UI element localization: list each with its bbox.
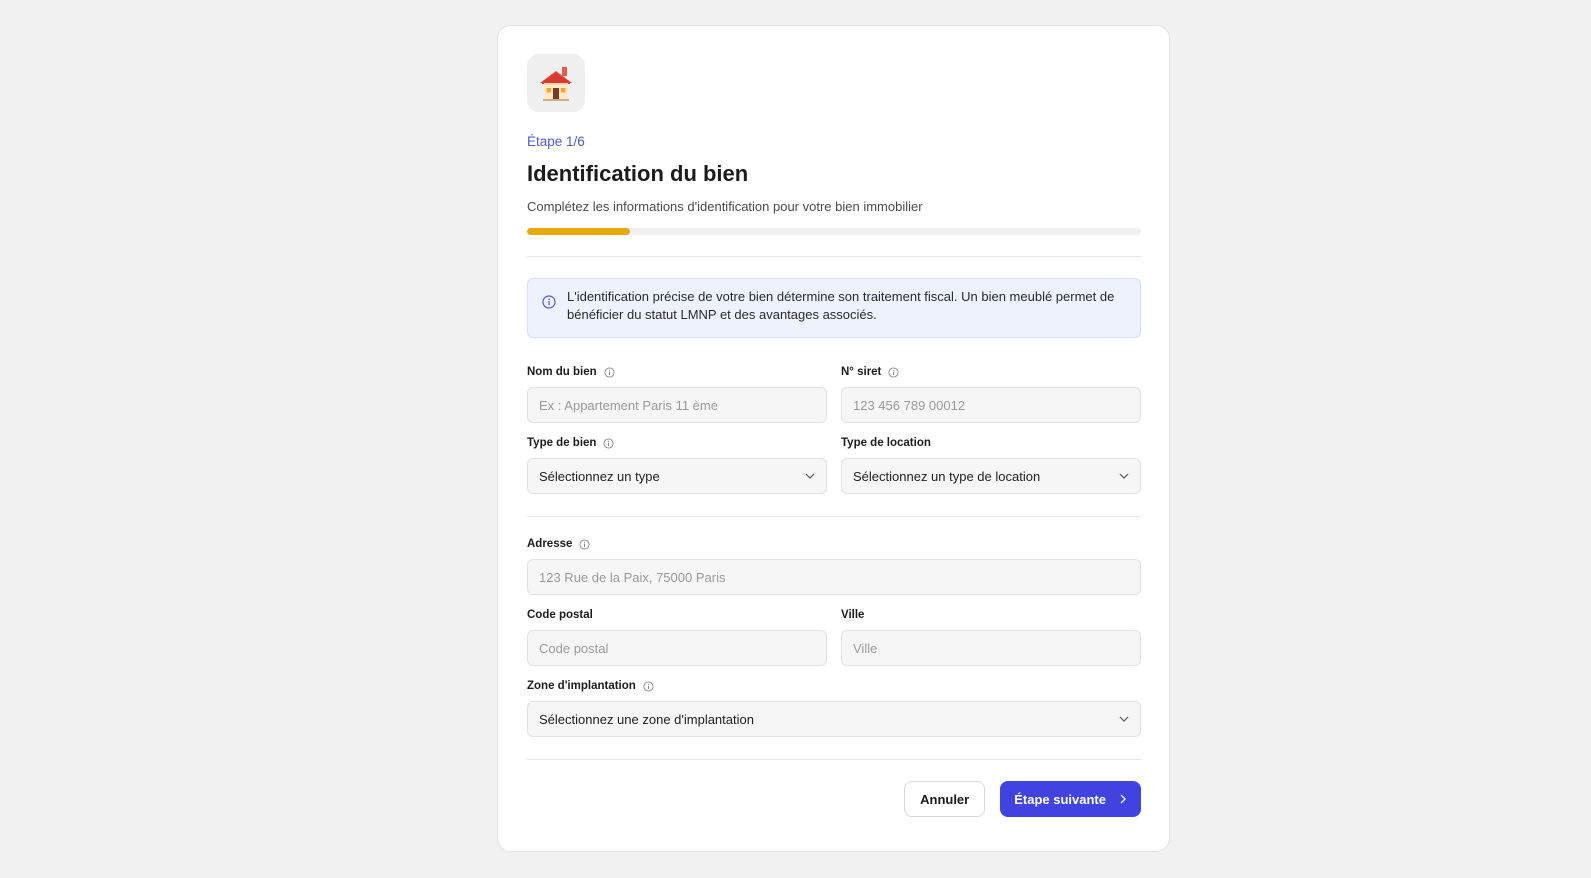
next-step-label: Étape suivante <box>1014 791 1106 807</box>
type-bien-value: Sélectionnez un type <box>539 468 660 484</box>
siret-input[interactable] <box>841 387 1141 423</box>
label-type-location: Type de location <box>841 437 931 449</box>
type-location-select[interactable]: Sélectionnez un type de location <box>841 458 1141 494</box>
help-icon[interactable] <box>603 437 615 449</box>
ville-input[interactable] <box>841 630 1141 666</box>
divider <box>527 516 1141 517</box>
zone-select[interactable]: Sélectionnez une zone d'implantation <box>527 701 1141 737</box>
cancel-button[interactable]: Annuler <box>904 781 986 817</box>
field-adresse: Adresse <box>527 537 1141 595</box>
form-actions: Annuler Étape suivante <box>527 781 1141 817</box>
code-postal-input[interactable] <box>527 630 827 666</box>
progress-bar <box>527 228 1141 235</box>
label-adresse: Adresse <box>527 538 573 550</box>
field-type-bien: Type de bien Sélectionnez un type <box>527 436 827 494</box>
type-bien-select[interactable]: Sélectionnez un type <box>527 458 827 494</box>
form-card: Étape 1/6 Identification du bien Complét… <box>497 25 1170 852</box>
field-nom-bien: Nom du bien <box>527 365 827 423</box>
field-type-location: Type de location Sélectionnez un type de… <box>841 436 1141 494</box>
field-code-postal: Code postal <box>527 608 827 666</box>
label-code-postal: Code postal <box>527 609 593 621</box>
help-icon[interactable] <box>579 538 590 550</box>
field-siret: N° siret <box>841 365 1141 423</box>
adresse-input[interactable] <box>527 559 1141 595</box>
info-banner: L'identification précise de votre bien d… <box>527 278 1141 338</box>
divider <box>527 256 1141 257</box>
chevron-down-icon <box>805 473 815 479</box>
logo-tile <box>527 54 585 112</box>
field-ville: Ville <box>841 608 1141 666</box>
step-indicator: Étape 1/6 <box>527 134 585 149</box>
zone-value: Sélectionnez une zone d'implantation <box>539 711 754 727</box>
divider <box>527 759 1141 760</box>
help-icon[interactable] <box>888 366 899 378</box>
page-subtitle: Complétez les informations d'identificat… <box>527 199 923 214</box>
field-zone: Zone d'implantation Sélectionnez une zon… <box>527 679 1141 737</box>
chevron-right-icon <box>1120 794 1126 804</box>
label-ville: Ville <box>841 609 865 621</box>
next-step-button[interactable]: Étape suivante <box>1000 781 1141 817</box>
label-siret: N° siret <box>841 366 882 378</box>
type-location-value: Sélectionnez un type de location <box>853 468 1041 484</box>
info-circle-icon <box>542 295 556 309</box>
help-icon[interactable] <box>604 366 615 378</box>
help-icon[interactable] <box>643 680 654 692</box>
chevron-down-icon <box>1119 473 1129 479</box>
progress-fill <box>527 228 630 235</box>
house-icon <box>540 67 572 101</box>
label-type-bien: Type de bien <box>527 437 597 449</box>
label-nom-bien: Nom du bien <box>527 366 597 378</box>
label-zone: Zone d'implantation <box>527 680 636 692</box>
nom-bien-input[interactable] <box>527 387 827 423</box>
page-title: Identification du bien <box>527 161 749 186</box>
chevron-down-icon <box>1119 716 1129 722</box>
info-text: L'identification précise de votre bien d… <box>567 289 1115 322</box>
